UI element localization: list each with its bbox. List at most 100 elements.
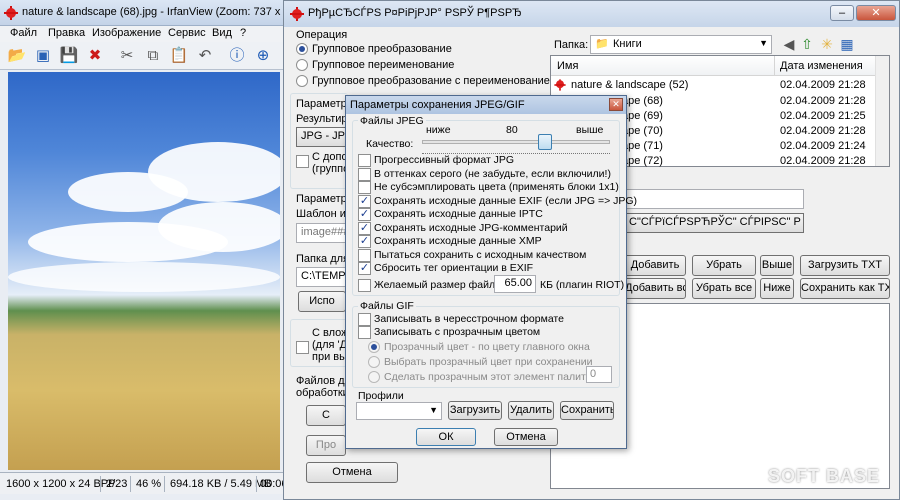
remove-button[interactable]: Убрать: [692, 255, 756, 276]
dialog-ok-button[interactable]: ОК: [416, 428, 476, 446]
column-date[interactable]: Дата изменения: [780, 60, 863, 72]
file-list-scrollbar[interactable]: [875, 56, 889, 166]
batch-titlebar[interactable]: РђРµСЂСЃРЅ Р¤РіРјРЈР° РЅРЎ Р¶РЅРЂ – ✕: [284, 1, 899, 27]
grayscale-checkbox[interactable]: [358, 168, 371, 181]
folder-combo[interactable]: 📁 Книги ▼: [590, 35, 772, 54]
delete-profile-button[interactable]: Удалить: [508, 401, 554, 420]
move-down-button[interactable]: Ниже: [760, 278, 794, 299]
start-batch-button[interactable]: С: [306, 405, 346, 426]
keep-xmp-label: Сохранять исходные данные XMP: [374, 235, 542, 247]
keep-xmp-checkbox[interactable]: ✓: [358, 235, 371, 248]
dialog-close-icon[interactable]: ✕: [609, 98, 623, 111]
zoom-in-icon[interactable]: ⊕: [252, 45, 274, 67]
jpeg-group-label: Файлы JPEG: [358, 115, 426, 127]
new-folder-icon[interactable]: ✳: [816, 33, 838, 55]
save-profile-button[interactable]: Сохранить: [560, 401, 614, 420]
radio-transparent-choose[interactable]: [368, 356, 380, 368]
dialog-titlebar[interactable]: Параметры сохранения JPEG/GIF ✕: [346, 96, 626, 114]
add-button[interactable]: Добавить: [624, 255, 686, 276]
view-menu-icon[interactable]: ▦: [836, 33, 858, 55]
palette-index-input[interactable]: 0: [586, 366, 612, 383]
output-folder-label: Папка для: [296, 253, 350, 265]
move-up-button[interactable]: Выше: [760, 255, 794, 276]
operation-label: Операция: [296, 29, 348, 41]
irfanview-logo-icon: [4, 6, 18, 20]
up-folder-icon[interactable]: ⇧: [796, 33, 818, 55]
profiles-combo[interactable]: ▼: [356, 402, 442, 420]
batch-title: РђРµСЂСЃРЅ Р¤РіРјРЈР° РЅРЎ Р¶РЅРЂ: [308, 7, 522, 19]
menu-help[interactable]: ?: [240, 27, 246, 39]
copy-icon[interactable]: ⧉: [142, 45, 164, 67]
column-name[interactable]: Имя: [557, 60, 578, 72]
keep-quality-checkbox[interactable]: [358, 249, 371, 262]
delete-icon[interactable]: ✖: [84, 45, 106, 67]
cut-icon[interactable]: ✂: [116, 45, 138, 67]
use-current-folder-button[interactable]: Испо: [298, 291, 346, 312]
reset-orientation-checkbox[interactable]: ✓: [358, 262, 371, 275]
info-icon[interactable]: ⓘ: [226, 45, 248, 67]
target-size-checkbox[interactable]: [358, 279, 371, 292]
keep-exif-checkbox[interactable]: ✓: [358, 195, 371, 208]
close-window-button[interactable]: ✕: [856, 5, 896, 21]
progressive-checkbox[interactable]: [358, 154, 371, 167]
target-size-input[interactable]: 65.00: [494, 275, 536, 293]
slideshow-icon[interactable]: ▣: [32, 45, 54, 67]
file-row[interactable]: nature & landscape (52) 02.04.2009 21:28: [551, 78, 876, 93]
undo-icon[interactable]: ↶: [194, 45, 216, 67]
status-index: 2/23: [106, 478, 128, 490]
radio-batch-rename[interactable]: [296, 59, 308, 71]
transparent-checkbox[interactable]: [358, 326, 371, 339]
batch-cancel-button[interactable]: Отмена: [306, 462, 398, 483]
subfolders-checkbox[interactable]: [296, 341, 309, 354]
menu-edit[interactable]: Правка: [48, 27, 85, 39]
keep-comment-checkbox[interactable]: ✓: [358, 222, 371, 235]
radio-convert-and-rename[interactable]: [296, 75, 308, 87]
load-profile-button[interactable]: Загрузить: [448, 401, 502, 420]
folder-combo-value: Книги: [613, 38, 642, 50]
menu-image[interactable]: Изображение: [92, 27, 161, 39]
folder-icon: 📁: [595, 38, 609, 50]
filename-input[interactable]: [624, 189, 804, 209]
keep-iptc-label: Сохранять исходные данные IPTC: [374, 208, 543, 220]
chevron-down-icon: ▼: [759, 38, 768, 48]
irfanview-menubar: Файл Правка Изображение Сервис Вид ?: [0, 26, 288, 42]
quality-slider-thumb[interactable]: [538, 134, 552, 150]
irfanview-titlebar[interactable]: nature & landscape (68).jpg - IrfanView …: [0, 0, 306, 26]
menu-view[interactable]: Вид: [212, 27, 232, 39]
open-folder-icon[interactable]: 📂: [6, 45, 28, 67]
interlaced-checkbox[interactable]: [358, 313, 371, 326]
name-template-input[interactable]: image###: [296, 223, 346, 243]
radio-transparent-palette[interactable]: [368, 371, 380, 383]
quality-label: Качество:: [366, 138, 414, 150]
paste-icon[interactable]: 📋: [168, 45, 190, 67]
irfanview-statusbar: 1600 x 1200 x 24 BPP 2/23 46 % 694.18 KB…: [0, 472, 291, 494]
no-subsampling-checkbox[interactable]: [358, 181, 371, 194]
keep-iptc-checkbox[interactable]: ✓: [358, 208, 371, 221]
quality-slider-track[interactable]: [422, 140, 610, 144]
file-type-combo[interactable]: С"СЃРїСЃРЅРЋРЎС" СЃРІРЅС" Р: [624, 213, 804, 233]
target-size-label: Желаемый размер файла:: [374, 279, 504, 291]
quality-value: 80: [506, 124, 518, 136]
progressive-label: Прогрессивный формат JPG: [374, 154, 515, 166]
radio-batch-convert[interactable]: [296, 43, 308, 55]
save-txt-button[interactable]: Сохранить как TXT: [800, 278, 890, 299]
file-date: 02.04.2009 21:28: [780, 155, 866, 167]
minimize-button[interactable]: –: [830, 5, 854, 21]
load-txt-button[interactable]: Загрузить TXT: [800, 255, 890, 276]
add-all-button[interactable]: Добавить все: [624, 278, 686, 299]
radio-transparent-main-window[interactable]: [368, 341, 380, 353]
menu-tools[interactable]: Сервис: [168, 27, 206, 39]
keep-quality-label: Пытаться сохранить с исходным качеством: [374, 249, 587, 261]
dialog-cancel-button[interactable]: Отмена: [494, 428, 558, 446]
save-icon[interactable]: 💾: [58, 45, 80, 67]
status-zoom: 46 %: [136, 478, 162, 490]
format-combo[interactable]: JPG - JPG/: [296, 127, 346, 147]
menu-file[interactable]: Файл: [10, 27, 37, 39]
file-date: 02.04.2009 21:28: [780, 125, 866, 137]
output-folder-input[interactable]: C:\TEMP: [296, 267, 346, 287]
file-name: nature & landscape (52): [571, 79, 689, 91]
watermark: SOFT BASE: [768, 466, 881, 486]
extra-options-checkbox[interactable]: [296, 155, 309, 168]
remove-all-button[interactable]: Убрать все: [692, 278, 756, 299]
preview-button[interactable]: Про: [306, 435, 346, 456]
